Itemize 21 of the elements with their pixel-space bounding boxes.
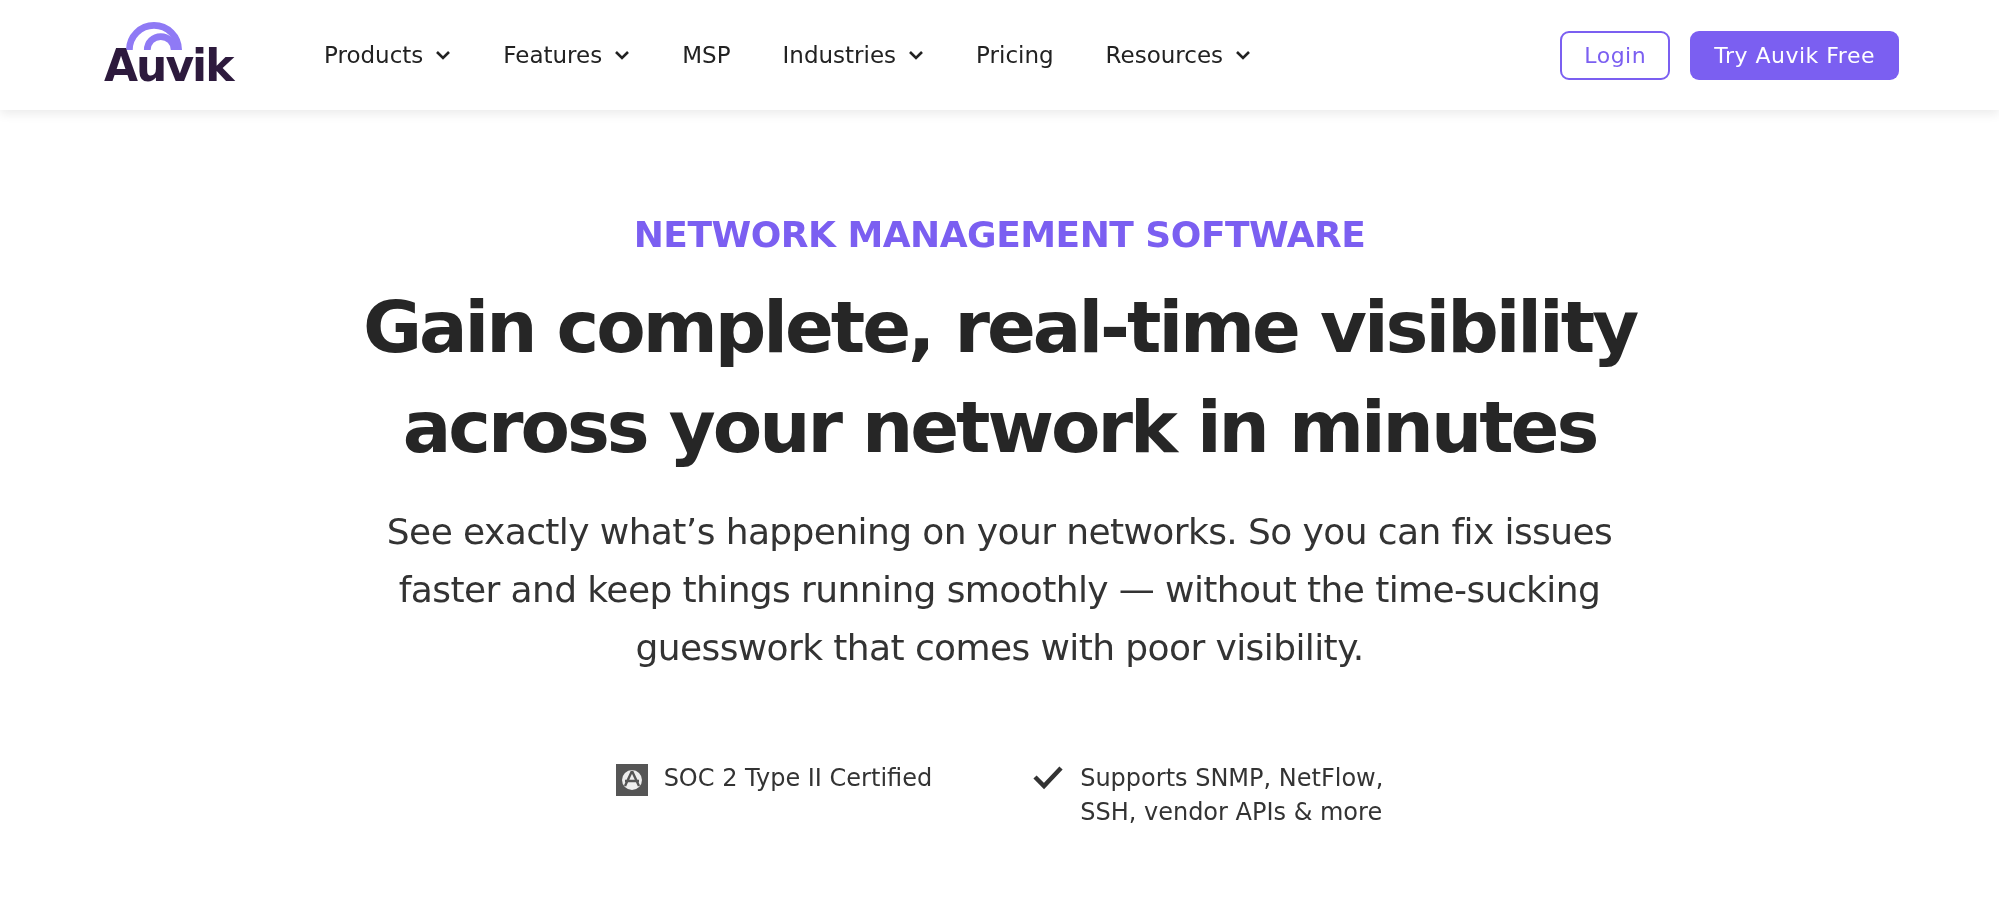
nav-link[interactable]: Resources <box>1105 42 1252 68</box>
description: See exactly what’s happening on your networks. So you can fix issues faster and keep things running smoothly — without the time-sucking guesswork that comes with poor visibility. <box>385 510 1614 670</box>
login-button[interactable]: Login <box>1560 30 1671 80</box>
chevron-down-icon <box>435 50 452 60</box>
chevron-down-icon <box>1235 50 1252 60</box>
check-icon <box>1032 764 1065 790</box>
feature-text: SOC 2 Type II Certified <box>663 763 933 794</box>
certification-badge-icon <box>615 764 648 796</box>
nav-link[interactable]: MSP <box>682 42 731 68</box>
nav-link[interactable]: Features <box>503 42 631 68</box>
feature-text: Supports SNMP, NetFlow, SSH, vendor APIs & more <box>1080 763 1384 828</box>
nav-link[interactable]: Pricing <box>976 42 1054 68</box>
headline: across your network in minutes <box>401 384 1598 471</box>
nav-link[interactable]: Products <box>324 42 452 68</box>
nav-link[interactable]: Industries <box>782 42 925 68</box>
headline: Gain complete, real-time visibility <box>362 284 1637 371</box>
logo[interactable]: Auvik <box>104 44 233 88</box>
eyebrow-text: NETWORK MANAGEMENT SOFTWARE <box>633 214 1366 255</box>
chevron-down-icon <box>908 50 925 60</box>
chevron-down-icon <box>614 50 631 60</box>
trial-button[interactable]: Try Auvik Free <box>1690 30 1899 80</box>
